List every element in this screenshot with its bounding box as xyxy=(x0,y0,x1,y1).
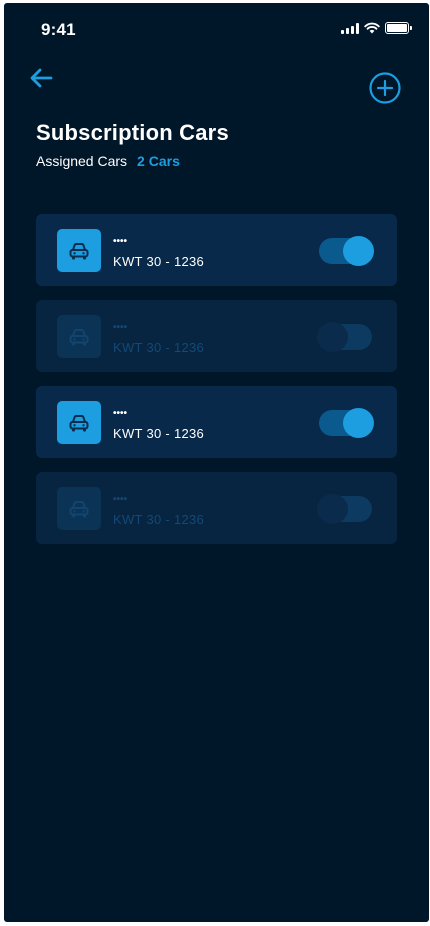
car-list: •••• KWT 30 - 1236 •••• KWT 30 - 1236 ••… xyxy=(36,214,397,558)
car-enabled-toggle[interactable] xyxy=(317,494,372,524)
car-name: •••• xyxy=(113,236,128,247)
car-plate: KWT 30 - 1236 xyxy=(113,426,205,441)
car-name: •••• xyxy=(113,494,128,505)
car-name: •••• xyxy=(113,408,128,419)
car-card[interactable]: •••• KWT 30 - 1236 xyxy=(36,386,397,458)
car-enabled-toggle[interactable] xyxy=(319,236,374,266)
car-icon-box xyxy=(57,229,101,272)
wifi-icon xyxy=(364,22,380,34)
car-card[interactable]: •••• KWT 30 - 1236 xyxy=(36,472,397,544)
toggle-knob xyxy=(317,322,348,352)
signal-icon xyxy=(341,22,359,34)
toggle-knob xyxy=(343,408,374,438)
car-plate: KWT 30 - 1236 xyxy=(113,340,205,355)
back-button[interactable] xyxy=(26,63,56,93)
plus-circle-icon xyxy=(369,72,401,104)
page-title: Subscription Cars xyxy=(36,120,229,145)
car-card[interactable]: •••• KWT 30 - 1236 xyxy=(36,214,397,286)
car-icon xyxy=(69,414,89,431)
car-enabled-toggle[interactable] xyxy=(317,322,372,352)
car-icon xyxy=(69,500,89,517)
car-name: •••• xyxy=(113,322,128,333)
status-bar: 9:41 xyxy=(4,3,429,55)
car-icon-box xyxy=(57,315,101,358)
assigned-cars-summary: Assigned Cars 2 Cars xyxy=(36,153,180,169)
toggle-knob xyxy=(343,236,374,266)
toggle-knob xyxy=(317,494,348,524)
car-plate: KWT 30 - 1236 xyxy=(113,512,205,527)
car-card[interactable]: •••• KWT 30 - 1236 xyxy=(36,300,397,372)
status-icons xyxy=(341,22,412,34)
car-icon-box xyxy=(57,487,101,530)
add-car-button[interactable] xyxy=(368,71,402,105)
car-plate: KWT 30 - 1236 xyxy=(113,254,205,269)
car-icon xyxy=(69,242,89,259)
app-screen: 9:41 Subscription Cars Assigned Cars 2 C… xyxy=(4,3,429,922)
car-icon-box xyxy=(57,401,101,444)
assigned-cars-count: 2 Cars xyxy=(137,153,180,169)
arrow-left-icon xyxy=(30,68,53,88)
car-enabled-toggle[interactable] xyxy=(319,408,374,438)
battery-icon xyxy=(385,22,412,34)
assigned-cars-label: Assigned Cars xyxy=(36,153,128,169)
car-icon xyxy=(69,328,89,345)
status-time: 9:41 xyxy=(41,20,76,39)
